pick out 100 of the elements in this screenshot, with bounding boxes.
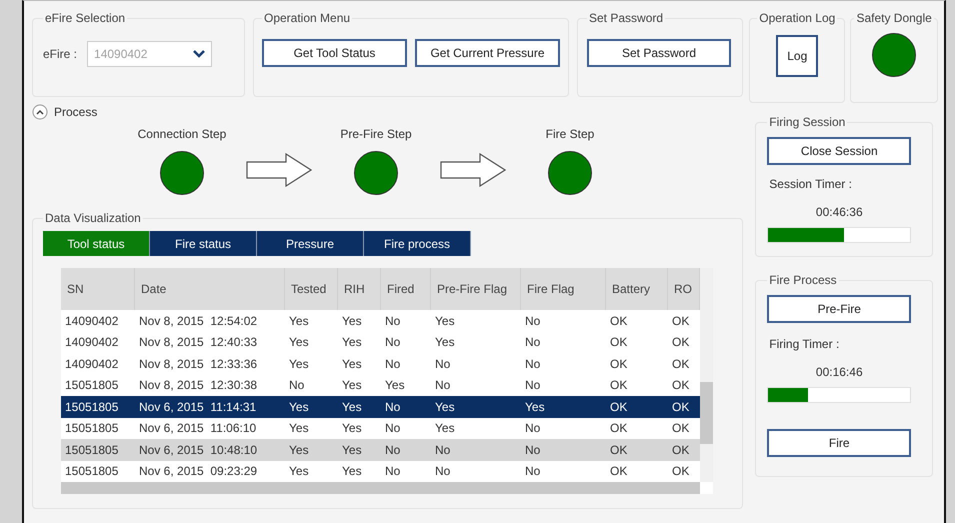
table-cell-text: Yes (524, 398, 546, 416)
table-cell-text: OK (609, 420, 628, 438)
table-cell-text: Yes (341, 356, 363, 373)
table-cell-text: 14090402 (64, 356, 120, 373)
table-cell-text: No (384, 420, 402, 438)
table-cell-text: OK (671, 377, 690, 394)
table-cell-text: OK (671, 356, 690, 373)
table-cell-text: Yes (434, 420, 456, 438)
table-cell-text: No (384, 312, 402, 330)
table-cell-text: Yes (288, 398, 310, 416)
table-cell-text: No (524, 312, 542, 330)
table-row[interactable]: 15051805 Nov 6, 2015 11:14:31 Yes Yes No Yes Yes OK OK (61, 396, 700, 418)
tab[interactable]: Tool status (43, 231, 150, 256)
group-title: Set Password (588, 10, 664, 27)
timer-value: 00:46:36 (814, 204, 864, 221)
group-title: Operation Log (758, 10, 836, 27)
table-cell-text: No (524, 377, 542, 394)
table-cell-text: 15051805 (64, 442, 120, 459)
collapse-icon[interactable] (32, 104, 48, 120)
arrow-icon (246, 153, 312, 187)
table-cell-text: Yes (288, 334, 310, 352)
table-row[interactable]: 15051805 Nov 6, 2015 10:48:10 Yes Yes No No No OK OK (61, 439, 700, 460)
table-cell-text: Yes (341, 377, 363, 394)
table-cell-text: Yes (434, 334, 456, 352)
table-cell-text: OK (609, 463, 628, 480)
table-cell-text: No (288, 377, 306, 394)
step-label: Pre-Fire Step (340, 126, 412, 143)
table-cell-text: Nov 8, 2015 12:40:33 (138, 334, 258, 352)
table-cell-text: Yes (288, 442, 310, 459)
table-cell-text: No (524, 463, 542, 480)
tab[interactable]: Fire status (150, 231, 257, 256)
table-cell-text: Yes (384, 377, 406, 394)
table-cell-text: Yes (288, 312, 310, 330)
table-cell-text: Nov 8, 2015 12:30:38 (138, 377, 258, 394)
table-cell-text: OK (609, 312, 628, 330)
table-cell-text: OK (609, 398, 628, 416)
table-cell-text: OK (671, 334, 690, 352)
table-cell-text: 15051805 (64, 420, 120, 438)
fire-button[interactable]: Fire (767, 429, 912, 457)
menu-button[interactable]: Get Tool Status (262, 39, 407, 67)
table-cell-text: Yes (288, 356, 310, 373)
vertical-scrollbar[interactable] (700, 268, 713, 482)
table-cell-text: No (434, 356, 452, 373)
table-cell-text: 15051805 (64, 463, 120, 480)
horizontal-scrollbar[interactable] (61, 482, 700, 494)
table-cell-text: 14090402 (64, 312, 120, 330)
table-cell-text: No (434, 463, 452, 480)
step-label: Connection Step (138, 126, 226, 143)
table-cell-text: 15051805 (64, 398, 120, 416)
group-title: Operation Menu (263, 10, 352, 27)
timer-label: Session Timer : (769, 176, 853, 193)
table-cell-text: Yes (341, 463, 363, 480)
table-cell-text: OK (609, 377, 628, 394)
log-button[interactable]: Log (776, 35, 818, 77)
table-cell-text: OK (671, 420, 690, 438)
table-cell-text: OK (671, 442, 690, 459)
table-cell-text: OK (609, 442, 628, 459)
set-password-button[interactable]: Set Password (587, 39, 731, 67)
scrollbar-thumb[interactable] (700, 382, 713, 444)
table-cell-text: Yes (434, 312, 456, 330)
table-cell-text: Nov 8, 2015 12:33:36 (138, 356, 258, 373)
close-session-button[interactable]: Close Session (767, 137, 912, 165)
table-cell-text: No (384, 398, 402, 416)
table-cell-text: OK (671, 463, 690, 480)
group-title: Fire Process (768, 272, 838, 289)
table-cell-text: Yes (288, 463, 310, 480)
table-cell-text: No (384, 442, 402, 459)
group-title: Data Visualization (44, 210, 142, 227)
chevron-down-icon (193, 50, 206, 58)
table-cell-text: 14090402 (64, 334, 120, 352)
step-label: Fire Step (546, 126, 594, 143)
table-cell-text: No (434, 377, 452, 394)
table-cell-text: No (524, 442, 542, 459)
table-cell-text: OK (671, 398, 690, 416)
pre-fire-button[interactable]: Pre-Fire (767, 295, 912, 323)
group-title: eFire Selection (44, 10, 126, 27)
table-cell-text: Nov 6, 2015 11:06:10 (138, 420, 258, 438)
table-cell-text: OK (671, 312, 690, 330)
table-cell-text: Yes (341, 398, 363, 416)
group-title: Firing Session (768, 114, 846, 131)
table-cell-text: Nov 6, 2015 09:23:29 (138, 463, 258, 480)
table-cell-text: No (384, 356, 402, 373)
tab[interactable]: Pressure (257, 231, 364, 256)
table-cell-text: Yes (341, 420, 363, 438)
menu-button[interactable]: Get Current Pressure (415, 39, 560, 67)
table-cell-text: OK (609, 334, 628, 352)
tab[interactable]: Fire process (364, 231, 471, 256)
table-cell-text: Yes (341, 442, 363, 459)
table-cell-text: Yes (288, 420, 310, 438)
table-cell-text: No (524, 334, 542, 352)
section-title: Process (54, 104, 98, 121)
timer-value: 00:16:46 (814, 364, 864, 381)
table-cell-text: No (384, 463, 402, 480)
table-cell-text: Yes (341, 312, 363, 330)
table-cell-text: Yes (434, 398, 456, 416)
efire-label: eFire : (43, 46, 78, 63)
table-cell-text: Yes (341, 334, 363, 352)
table-cell-text: No (524, 420, 542, 438)
group-title: Safety Dongle (855, 10, 933, 27)
table-cell-text: OK (609, 356, 628, 373)
